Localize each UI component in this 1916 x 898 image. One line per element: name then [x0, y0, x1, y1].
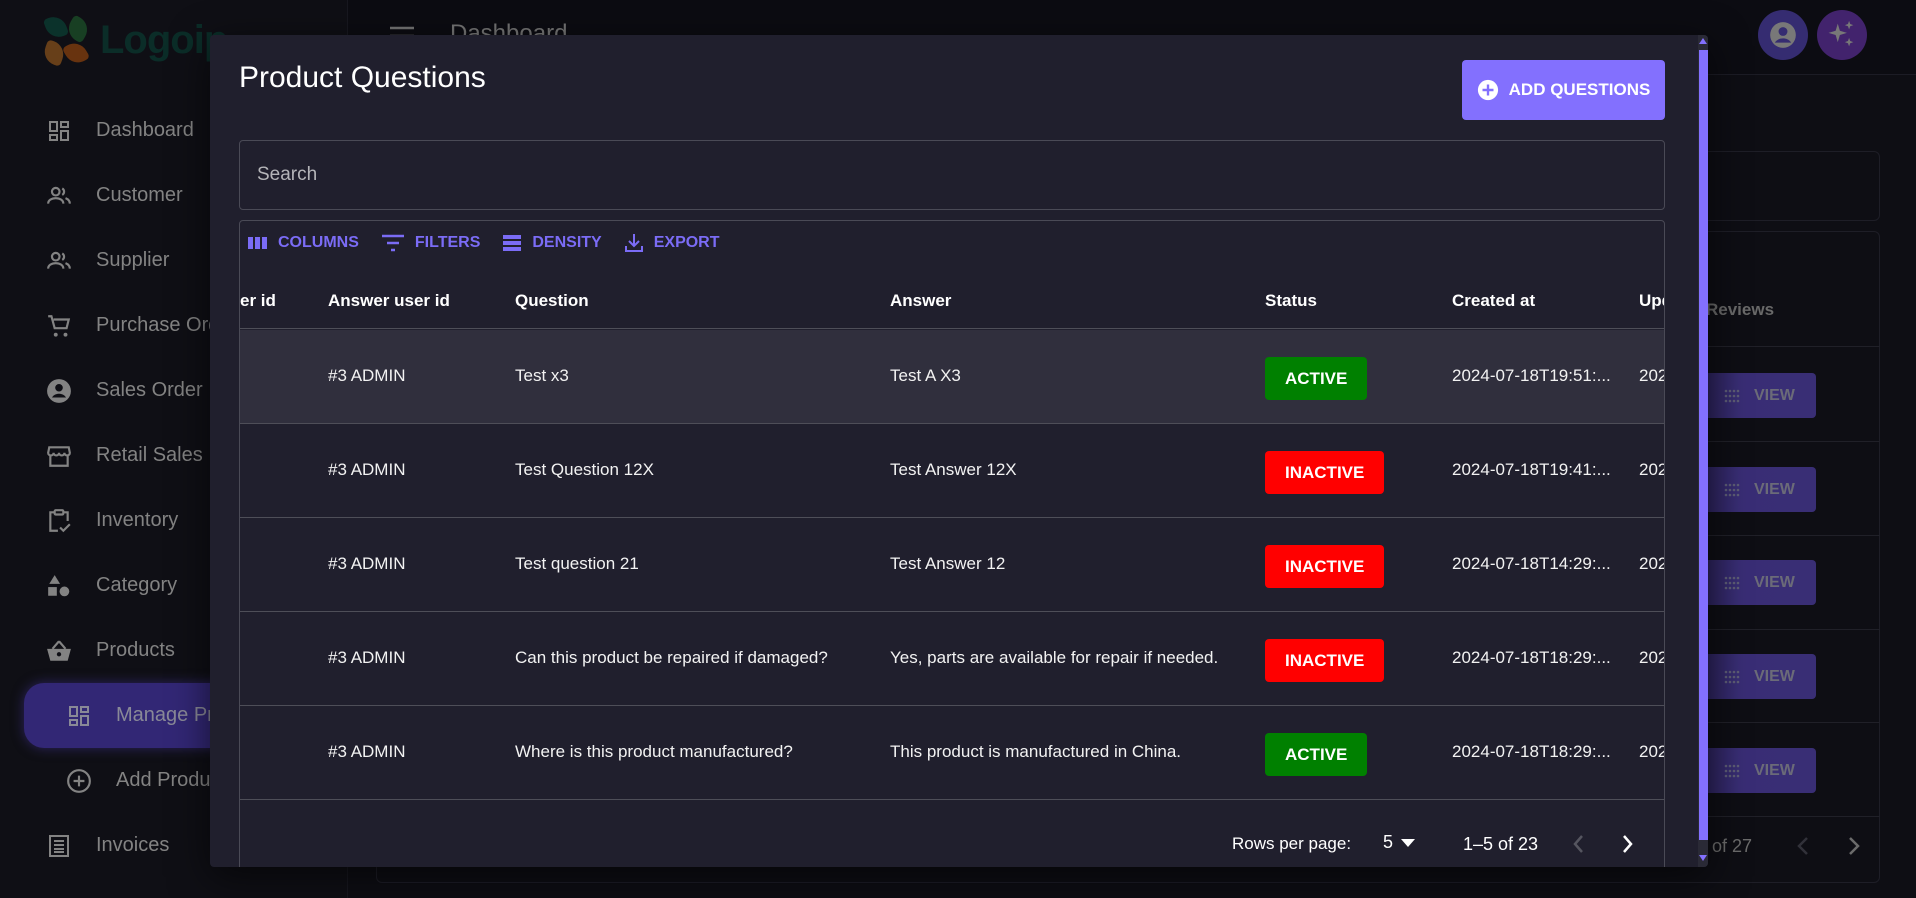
table-row[interactable]: #3 ADMIN Where is this product manufactu…: [240, 706, 1665, 800]
cell-answer: Test Answer 12: [890, 554, 1006, 573]
next-page-button[interactable]: [1610, 826, 1646, 862]
filter-list-icon: [381, 234, 405, 252]
column-header-status[interactable]: Status: [1265, 291, 1317, 311]
table-row[interactable]: #3 ADMIN Test x3 Test A X3 ACTIVE 2024-0…: [240, 330, 1665, 424]
dialog-scrollbar[interactable]: [1698, 35, 1708, 867]
cell-question: Test x3: [515, 366, 569, 385]
add-circle-icon: [1477, 79, 1499, 101]
status-badge: ACTIVE: [1265, 733, 1368, 776]
cell-answer-user: #3 ADMIN: [328, 554, 406, 573]
product-questions-dialog: Product Questions ADD QUESTIONS COLUMNS …: [210, 35, 1708, 867]
grid-pagination: Rows per page: 5 1–5 of 23: [240, 804, 1664, 867]
view-column-icon: [248, 235, 268, 251]
cell-created-at: 2024-07-18T18:29:...: [1452, 648, 1611, 667]
cell-question: Can this product be repaired if damaged?: [515, 648, 828, 667]
cell-updated-at: 202: [1639, 460, 1665, 479]
columns-button[interactable]: COLUMNS: [248, 233, 359, 253]
cell-created-at: 2024-07-18T19:51:...: [1452, 366, 1611, 385]
grid-header-row: er id Answer user id Question Answer Sta…: [240, 271, 1664, 329]
rows-per-page-label: Rows per page:: [1232, 834, 1352, 853]
cell-answer-user: #3 ADMIN: [328, 648, 406, 667]
column-header-created-at[interactable]: Created at: [1452, 291, 1535, 311]
scroll-up-icon[interactable]: [1699, 38, 1707, 48]
table-row[interactable]: #3 ADMIN Test Question 12X Test Answer 1…: [240, 424, 1665, 518]
cell-updated-at: 202: [1639, 554, 1665, 573]
cell-answer-user: #3 ADMIN: [328, 366, 406, 385]
questions-data-grid: COLUMNS FILTERS DENSITY EXPORT er id Ans…: [239, 220, 1665, 867]
cell-answer: Test Answer 12X: [890, 460, 1017, 479]
cell-updated-at: 202: [1639, 742, 1665, 761]
column-header-question[interactable]: Question: [515, 291, 589, 311]
density-icon: [502, 234, 522, 252]
table-row[interactable]: #3 ADMIN Can this product be repaired if…: [240, 612, 1665, 706]
status-badge: INACTIVE: [1265, 451, 1385, 494]
column-header-user-id[interactable]: er id: [240, 291, 276, 311]
density-button[interactable]: DENSITY: [502, 233, 602, 253]
status-badge: ACTIVE: [1265, 357, 1368, 400]
cell-answer-user: #3 ADMIN: [328, 460, 406, 479]
cell-updated-at: 202: [1639, 366, 1665, 385]
chevron-right-icon: [1622, 834, 1634, 854]
column-header-answer[interactable]: Answer: [890, 291, 951, 311]
cell-question: Test question 21: [515, 554, 639, 573]
grid-toolbar: COLUMNS FILTERS DENSITY EXPORT: [248, 233, 720, 253]
dialog-title: Product Questions: [239, 61, 486, 94]
search-input[interactable]: [239, 140, 1665, 210]
column-header-answer-user-id[interactable]: Answer user id: [328, 291, 450, 311]
export-button[interactable]: EXPORT: [624, 233, 720, 253]
column-header-updated-at[interactable]: Upd: [1639, 291, 1664, 311]
cell-created-at: 2024-07-18T19:41:...: [1452, 460, 1611, 479]
cell-answer-user: #3 ADMIN: [328, 742, 406, 761]
scrollbar-thumb[interactable]: [1699, 50, 1708, 840]
table-row[interactable]: #3 ADMIN Test question 21 Test Answer 12…: [240, 518, 1665, 612]
status-badge: INACTIVE: [1265, 639, 1385, 682]
cell-updated-at: 202: [1639, 648, 1665, 667]
add-questions-button[interactable]: ADD QUESTIONS: [1462, 60, 1665, 120]
pagination-range: 1–5 of 23: [1463, 834, 1539, 854]
cell-answer: Test A X3: [890, 366, 961, 385]
rows-per-page-select[interactable]: 5: [1383, 832, 1416, 853]
caret-down-icon: [1401, 838, 1416, 847]
cell-answer: This product is manufactured in China.: [890, 742, 1182, 761]
chevron-left-icon: [1572, 834, 1584, 854]
download-icon: [624, 233, 644, 253]
previous-page-button[interactable]: [1560, 826, 1596, 862]
cell-answer: Yes, parts are available for repair if n…: [890, 648, 1219, 667]
app-root: Logoip Dashboard Customer Supplier Purch…: [0, 0, 1916, 898]
status-badge: INACTIVE: [1265, 545, 1385, 588]
scroll-down-icon[interactable]: [1699, 855, 1707, 865]
filters-button[interactable]: FILTERS: [381, 233, 480, 253]
cell-created-at: 2024-07-18T18:29:...: [1452, 742, 1611, 761]
cell-question: Where is this product manufactured?: [515, 742, 793, 761]
cell-question: Test Question 12X: [515, 460, 654, 479]
cell-created-at: 2024-07-18T14:29:...: [1452, 554, 1611, 573]
